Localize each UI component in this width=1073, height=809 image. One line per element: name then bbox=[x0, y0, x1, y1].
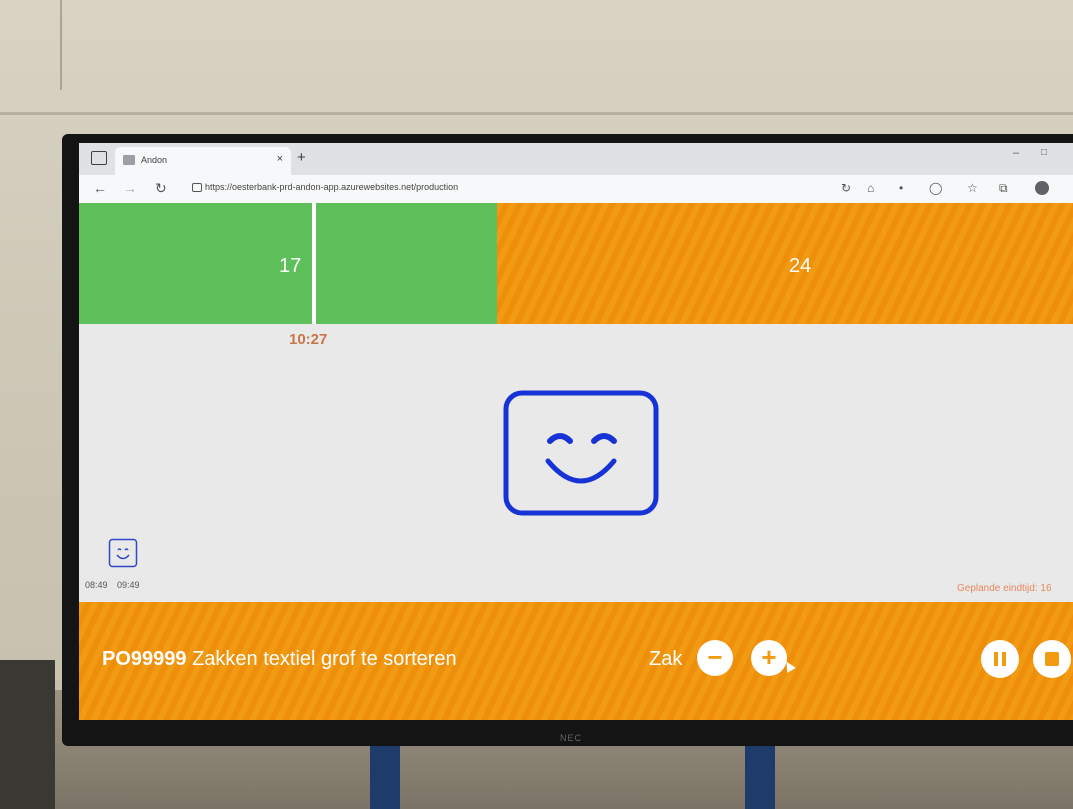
favorites-icon[interactable]: ☆ bbox=[967, 181, 978, 195]
refresh-icon[interactable]: ↻ bbox=[155, 180, 167, 197]
decrement-button[interactable]: − bbox=[697, 640, 733, 676]
smiley-face-icon bbox=[503, 390, 659, 516]
extension-icon[interactable]: • bbox=[899, 181, 903, 195]
side-cabinet bbox=[0, 660, 55, 809]
shield-icon[interactable]: ◯ bbox=[929, 181, 942, 195]
production-order-bar: PO99999 Zakken textiel grof te sorteren … bbox=[79, 602, 1073, 720]
wall-background bbox=[60, 0, 62, 90]
wall-ledge bbox=[0, 112, 1073, 115]
forward-icon[interactable]: → bbox=[123, 180, 137, 196]
lock-icon bbox=[192, 183, 202, 192]
andon-app: 17 24 10:27 08:49 09:49 Geplande eindtij… bbox=[79, 203, 1073, 720]
pause-icon-bar bbox=[1002, 652, 1006, 666]
tab-close-icon[interactable]: × bbox=[277, 153, 283, 165]
order-description: Zakken textiel grof te sorteren bbox=[192, 648, 457, 670]
unit-label: Zak bbox=[649, 648, 683, 670]
pause-icon bbox=[994, 652, 998, 666]
production-timeline: 17 24 bbox=[79, 203, 1073, 324]
browser-tab-bar: Andon × + – □ bbox=[79, 143, 1073, 175]
timeline-segment-behind: 24 bbox=[497, 203, 1073, 324]
current-time-marker bbox=[312, 203, 316, 324]
current-time-label: 10:27 bbox=[289, 331, 328, 348]
browser-tab[interactable]: Andon × bbox=[115, 147, 291, 175]
minimize-icon[interactable]: – bbox=[1013, 147, 1019, 159]
browser-address-bar: ← → ↻ https://oesterbank-prd-andon-app.a… bbox=[79, 175, 1073, 203]
timeline-segment-on-target: 17 bbox=[79, 203, 497, 324]
history-start-time: 08:49 bbox=[85, 580, 108, 590]
maximize-icon[interactable]: □ bbox=[1041, 147, 1047, 158]
pause-button[interactable] bbox=[981, 640, 1019, 678]
tab-title: Andon bbox=[141, 155, 168, 165]
increment-button[interactable]: + bbox=[751, 640, 787, 676]
tab-actions-icon[interactable] bbox=[91, 151, 107, 165]
monitor-screen: Andon × + – □ ← → ↻ https://oesterbank-p… bbox=[79, 143, 1073, 720]
monitor-brand: NEC bbox=[560, 733, 583, 743]
back-icon[interactable]: ← bbox=[93, 180, 107, 196]
profile-avatar[interactable] bbox=[1035, 181, 1049, 195]
favicon-icon bbox=[123, 155, 135, 165]
stop-icon bbox=[1045, 652, 1059, 666]
history-end-time: 09:49 bbox=[117, 580, 140, 590]
stop-button[interactable] bbox=[1033, 640, 1071, 678]
read-aloud-icon[interactable]: ⌂ bbox=[867, 181, 874, 195]
collections-icon[interactable]: ⧉ bbox=[999, 181, 1008, 196]
reader-icon[interactable]: ↻ bbox=[841, 181, 851, 195]
order-code: PO99999 bbox=[102, 648, 187, 670]
history-smiley-icon bbox=[108, 538, 138, 568]
planned-end-time: Geplande eindtijd: 16 bbox=[957, 583, 1052, 594]
segment-value: 17 bbox=[279, 255, 302, 277]
new-tab-button[interactable]: + bbox=[297, 149, 306, 166]
order-info: PO99999 Zakken textiel grof te sorteren bbox=[102, 648, 457, 671]
segment-value: 24 bbox=[789, 255, 812, 277]
url-field[interactable]: https://oesterbank-prd-andon-app.azurewe… bbox=[205, 182, 458, 192]
